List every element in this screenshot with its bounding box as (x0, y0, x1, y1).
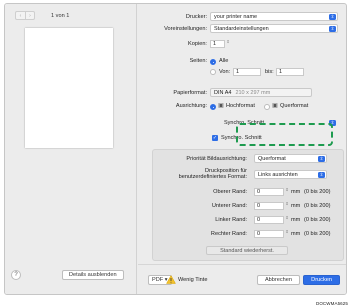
right-margin-stepper[interactable]: ⇳ (285, 230, 289, 238)
position-label-line2: benutzerdefiniertes Format: (178, 174, 247, 180)
right-margin-field[interactable]: 0 (254, 230, 284, 238)
chevron-right-icon[interactable]: › (25, 12, 34, 19)
left-margin-unit: mm (291, 217, 301, 223)
right-margin-unit: mm (291, 231, 301, 237)
copies-field[interactable]: 1 (210, 40, 225, 48)
paper-select[interactable]: DIN A4 210 x 297 mm (210, 88, 312, 97)
printer-select[interactable]: your printer name ⇳ (210, 12, 338, 21)
landscape-radio[interactable] (264, 104, 270, 110)
cancel-button[interactable]: Abbrechen (256, 275, 300, 285)
hide-details-button[interactable]: Details ausblenden (62, 270, 124, 280)
right-margin-range: (0 bis 200) (304, 231, 331, 237)
dialog-footer: PDF ▾ Wenig Tinte Abbrechen Drucken (138, 264, 346, 294)
restore-defaults-button[interactable]: Standard wiederherst. (206, 246, 288, 255)
preview-pane: ‹ › 1 von 1 ? Details ausblenden (5, 4, 137, 294)
priority-value: Querformat (258, 155, 286, 162)
chevron-left-icon[interactable]: ‹ (16, 12, 25, 19)
page-indicator: 1 von 1 (51, 12, 70, 19)
position-label: Druckposition für benutzerdefiniertes Fo… (179, 168, 247, 180)
top-margin-field[interactable]: 0 (254, 188, 284, 196)
portrait-icon: ▣ (218, 103, 224, 109)
left-margin-stepper[interactable]: ⇳ (285, 216, 289, 224)
pages-to-field[interactable]: 1 (276, 68, 304, 76)
figure-code: DOCWMA5625 (315, 301, 348, 306)
top-margin-label: Oberer Rand: (213, 189, 247, 195)
chevron-updown-icon: ⇳ (329, 14, 336, 20)
synchro-checkbox[interactable]: ✓ (212, 135, 218, 141)
copies-label: Kopien: (188, 41, 207, 47)
bottom-margin-stepper[interactable]: ⇳ (285, 202, 289, 210)
presets-value: Standardeinstellungen (214, 25, 269, 32)
low-ink-warning: Wenig Tinte (178, 277, 208, 283)
restore-defaults-label: Standard wiederherst. (220, 247, 274, 254)
bottom-margin-range: (0 bis 200) (304, 203, 331, 209)
copies-stepper[interactable]: ⇳ (226, 40, 230, 48)
paper-size-text: 210 x 297 mm (235, 89, 271, 96)
bottom-margin-field[interactable]: 0 (254, 202, 284, 210)
pages-from-field[interactable]: 1 (233, 68, 261, 76)
top-margin-unit: mm (291, 189, 301, 195)
priority-select[interactable]: Querformat ⇳ (254, 154, 327, 163)
help-button[interactable]: ? (11, 270, 21, 280)
bottom-margin-unit: mm (291, 203, 301, 209)
pages-all-label: Alle (219, 58, 229, 64)
chevron-updown-icon: ⇳ (318, 172, 325, 178)
pages-label: Seiten: (189, 58, 207, 64)
chevron-updown-icon: ⇳ (318, 156, 325, 162)
portrait-radio[interactable] (210, 104, 216, 110)
top-margin-range: (0 bis 200) (304, 189, 331, 195)
left-margin-field[interactable]: 0 (254, 216, 284, 224)
page-preview (25, 28, 113, 148)
printer-label: Drucker: (185, 14, 207, 20)
preview-nav: ‹ › 1 von 1 (15, 11, 69, 20)
synchro-highlight (236, 123, 333, 146)
printer-value: your printer name (214, 13, 258, 20)
paper-label: Papierformat: (173, 90, 207, 96)
paper-value: DIN A4 (214, 89, 232, 96)
left-margin-range: (0 bis 200) (304, 217, 331, 223)
landscape-icon: ▣ (272, 103, 278, 109)
print-button[interactable]: Drucken (303, 275, 340, 285)
priority-label: Priorität Bildausrichtung: (186, 156, 247, 162)
pdf-label: PDF (152, 277, 164, 283)
pages-all-radio[interactable] (210, 59, 216, 65)
print-dialog: ‹ › 1 von 1 ? Details ausblenden Drucker… (4, 3, 347, 295)
presets-select[interactable]: Standardeinstellungen ⇳ (210, 24, 338, 33)
orientation-label: Ausrichtung: (175, 103, 207, 109)
warning-icon (166, 275, 176, 284)
pages-to-label: bis: (265, 69, 274, 75)
options-panel: Priorität Bildausrichtung: Querformat ⇳ … (152, 149, 344, 261)
bottom-margin-label: Unterer Rand: (211, 203, 247, 209)
left-margin-label: Linker Rand: (215, 217, 247, 223)
pages-range-radio[interactable] (210, 69, 216, 75)
right-margin-label: Rechter Rand: (210, 231, 247, 237)
top-margin-stepper[interactable]: ⇳ (285, 188, 289, 196)
presets-label: Voreinstellungen: (164, 26, 207, 32)
settings-pane: Drucker: your printer name ⇳ Voreinstell… (138, 4, 346, 294)
position-value: Links ausrichten (258, 171, 298, 178)
page-nav-segment: ‹ › (15, 11, 35, 20)
position-select[interactable]: Links ausrichten ⇳ (254, 170, 327, 179)
landscape-label: Querformat (280, 103, 309, 109)
portrait-label: Hochformat (226, 103, 255, 109)
chevron-updown-icon: ⇳ (329, 26, 336, 32)
pages-from-label: Von: (219, 69, 231, 75)
